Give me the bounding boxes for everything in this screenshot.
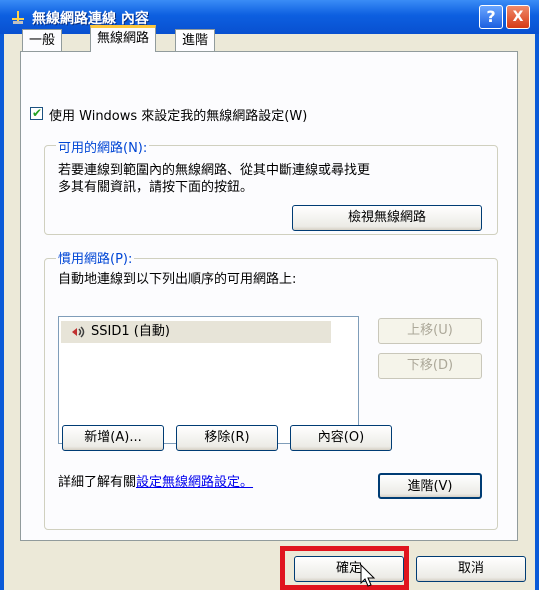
- network-connection-icon: [12, 11, 24, 24]
- advanced-button[interactable]: 進階(V): [378, 473, 482, 499]
- move-up-button[interactable]: 上移(U): [378, 318, 482, 344]
- available-networks-group-label: 可用的網路(N):: [56, 137, 150, 156]
- mouse-pointer-icon: [360, 564, 376, 587]
- wireless-network-icon: [72, 326, 85, 338]
- add-button[interactable]: 新增(A)...: [62, 425, 164, 451]
- list-item[interactable]: SSID1 (自動): [61, 321, 331, 343]
- list-item-label: SSID1 (自動): [91, 324, 170, 339]
- wireless-settings-link[interactable]: 設定無線網路設定。: [136, 475, 253, 490]
- checkmark-icon: ✔: [32, 106, 43, 120]
- available-networks-description-2: 多其有關資訊，請按下面的按鈕。: [58, 180, 254, 195]
- preferred-networks-group-label: 慣用網路(P):: [56, 248, 135, 267]
- learn-more-prefix: 詳細了解有關: [58, 475, 137, 490]
- tab-advanced[interactable]: 進階: [175, 29, 216, 51]
- title-bar[interactable]: 無線網路連線 內容 ? X: [0, 0, 539, 34]
- preferred-networks-description: 自動地連線到以下列出順序的可用網路上:: [58, 272, 297, 287]
- cancel-button[interactable]: 取消: [416, 556, 526, 582]
- learn-more-text: 詳細了解有關設定無線網路設定。: [58, 471, 253, 490]
- remove-button[interactable]: 移除(R): [176, 425, 278, 451]
- properties-button[interactable]: 內容(O): [290, 425, 392, 451]
- help-button[interactable]: ?: [479, 5, 503, 29]
- tab-general[interactable]: 一般: [22, 29, 63, 51]
- view-wireless-networks-button[interactable]: 檢視無線網路: [292, 205, 482, 231]
- highlight-annotation-box: [280, 546, 409, 590]
- close-button[interactable]: X: [506, 5, 530, 29]
- use-windows-label[interactable]: 使用 Windows 來設定我的無線網路設定(W): [49, 105, 307, 124]
- use-windows-checkbox[interactable]: ✔: [30, 106, 43, 120]
- tab-wireless-networks[interactable]: 無線網路: [90, 25, 157, 52]
- move-down-button[interactable]: 下移(D): [378, 353, 482, 379]
